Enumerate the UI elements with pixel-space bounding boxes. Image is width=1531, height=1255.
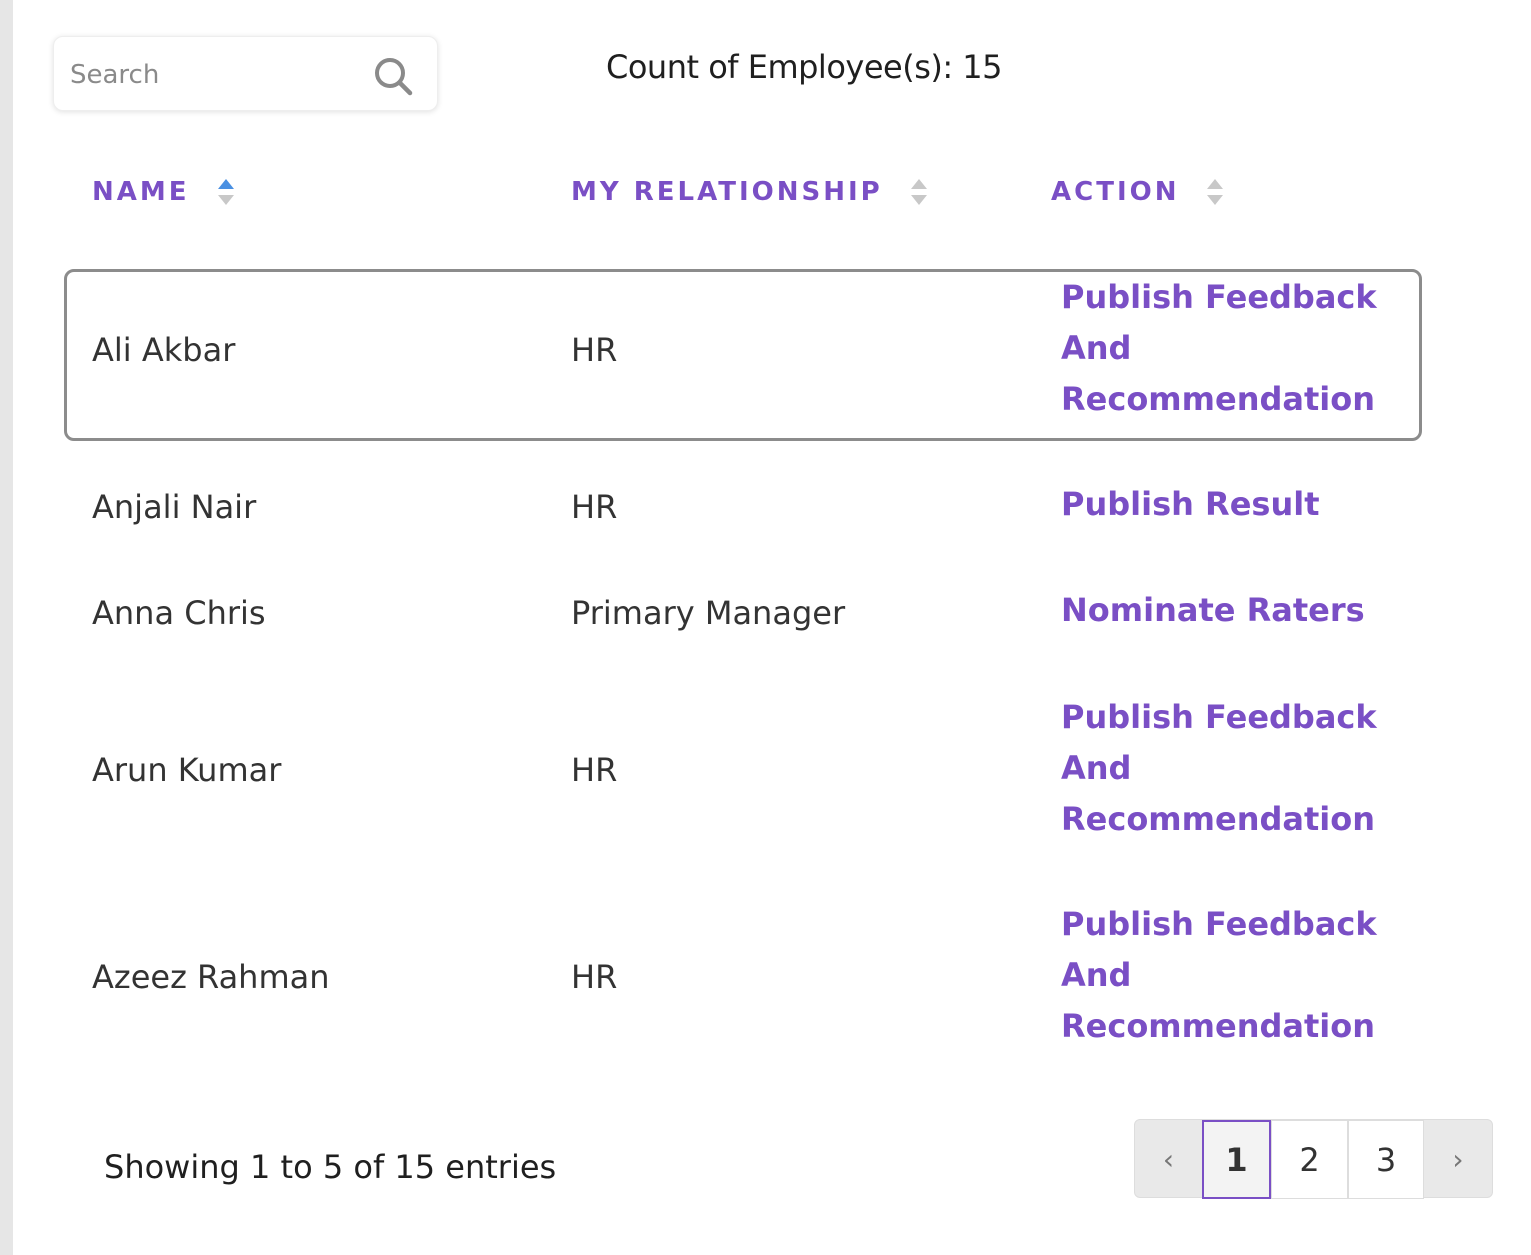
page-button-3[interactable]: 3 [1348,1120,1424,1199]
column-header-name[interactable]: NAME [92,175,236,209]
table-cell-relationship: HR [571,331,618,369]
entries-info: Showing 1 to 5 of 15 entries [104,1148,557,1186]
action-link-line: Recommendation [1061,1007,1375,1045]
left-edge-strip [0,0,13,1255]
search-icon[interactable] [372,55,416,99]
table-cell-name: Anna Chris [92,594,266,632]
pagination: ‹ 1 2 3 › [1134,1119,1493,1199]
action-link-line: Recommendation [1061,800,1375,838]
table-cell-name: Arun Kumar [92,751,282,789]
table-cell-relationship: HR [571,958,618,996]
action-link[interactable]: Publish Feedback And Recommendation [1061,272,1391,425]
column-header-label: MY RELATIONSHIP [571,177,883,207]
action-link[interactable]: Publish Feedback And Recommendation [1061,899,1391,1052]
sort-icon[interactable] [1205,175,1225,209]
action-link[interactable]: Publish Result [1061,479,1391,530]
action-link-line: Publish Feedback [1061,698,1377,736]
column-header-action[interactable]: ACTION [1051,175,1225,209]
column-header-relationship[interactable]: MY RELATIONSHIP [571,175,929,209]
table-cell-name: Azeez Rahman [92,958,330,996]
sort-ascending-icon[interactable] [216,175,236,209]
search-box[interactable] [53,36,438,111]
action-link-line: Publish Result [1061,485,1320,523]
action-link-line: Recommendation [1061,380,1375,418]
table-cell-name: Anjali Nair [92,488,257,526]
table-cell-relationship: Primary Manager [571,594,846,632]
prev-page-button[interactable]: ‹ [1135,1120,1202,1199]
action-link[interactable]: Publish Feedback And Recommendation [1061,692,1391,845]
table-cell-relationship: HR [571,751,618,789]
action-link-line: And [1061,749,1132,787]
page-button-1[interactable]: 1 [1202,1120,1271,1199]
action-link-line: Publish Feedback [1061,278,1377,316]
table-cell-name: Ali Akbar [92,331,236,369]
action-link-line: Nominate Raters [1061,591,1365,629]
sort-icon[interactable] [909,175,929,209]
table-cell-relationship: HR [571,488,618,526]
column-header-label: NAME [92,177,190,207]
action-link-line: And [1061,956,1132,994]
action-link[interactable]: Nominate Raters [1061,585,1391,636]
next-page-button[interactable]: › [1424,1120,1492,1199]
action-link-line: And [1061,329,1132,367]
action-link-line: Publish Feedback [1061,905,1377,943]
search-input[interactable] [70,55,360,95]
employee-count: Count of Employee(s): 15 [606,48,1003,86]
page-button-2[interactable]: 2 [1271,1120,1348,1199]
column-header-label: ACTION [1051,177,1180,207]
